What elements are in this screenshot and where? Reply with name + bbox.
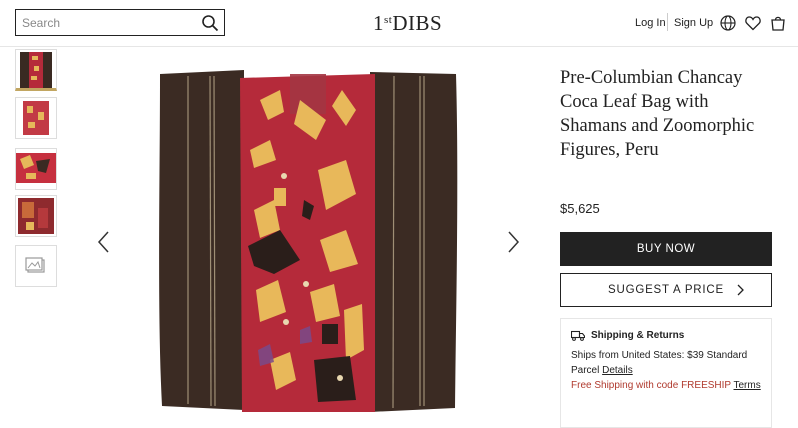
site-header: 1stDIBS Log In Sign Up <box>0 0 798 47</box>
promo-text: Free Shipping with code FREESHIP <box>571 380 734 391</box>
bag-icon[interactable] <box>769 14 787 32</box>
search-input[interactable] <box>22 14 192 31</box>
site-logo[interactable]: 1stDIBS <box>373 11 442 36</box>
shipping-panel: Shipping & Returns Ships from United Sta… <box>560 318 772 428</box>
buy-now-button[interactable]: Buy Now <box>560 232 772 266</box>
truck-icon <box>571 330 585 341</box>
shipping-heading[interactable]: Shipping & Returns <box>591 330 684 341</box>
chevron-right-icon <box>737 284 744 296</box>
free-shipping-promo: Free Shipping with code FREESHIP Terms <box>571 380 761 391</box>
login-link[interactable]: Log In <box>635 17 666 29</box>
product-image[interactable] <box>150 60 468 416</box>
product-title: Pre-Columbian Chancay Coca Leaf Bag with… <box>560 68 755 160</box>
nav-divider <box>667 13 668 31</box>
prev-image-arrow[interactable] <box>96 228 112 256</box>
suggest-price-button[interactable]: Suggest a Price <box>560 273 772 307</box>
shipping-parcel-line: Parcel Details <box>571 365 633 376</box>
suggest-price-label: Suggest a Price <box>608 284 724 296</box>
textile-thumb-1[interactable] <box>15 49 57 91</box>
shipping-cost-line: Ships from United States: $39 Standard <box>571 350 748 361</box>
textile-thumb-2[interactable] <box>15 97 57 139</box>
buy-now-label: Buy Now <box>636 243 696 255</box>
heart-icon[interactable] <box>744 14 762 32</box>
product-price: $5,625 <box>560 201 600 216</box>
search-bar[interactable] <box>15 9 225 36</box>
textile-thumb-3[interactable] <box>15 148 57 190</box>
shipping-parcel-text: Parcel <box>571 365 603 376</box>
globe-icon[interactable] <box>719 14 737 32</box>
promo-terms-link[interactable]: Terms <box>734 380 761 391</box>
more-images-icon[interactable] <box>15 245 57 287</box>
search-icon[interactable] <box>201 14 219 32</box>
signup-link[interactable]: Sign Up <box>674 17 713 29</box>
shipping-details-link[interactable]: Details <box>602 365 633 376</box>
next-image-arrow[interactable] <box>505 228 521 256</box>
textile-thumb-4[interactable] <box>15 195 57 237</box>
